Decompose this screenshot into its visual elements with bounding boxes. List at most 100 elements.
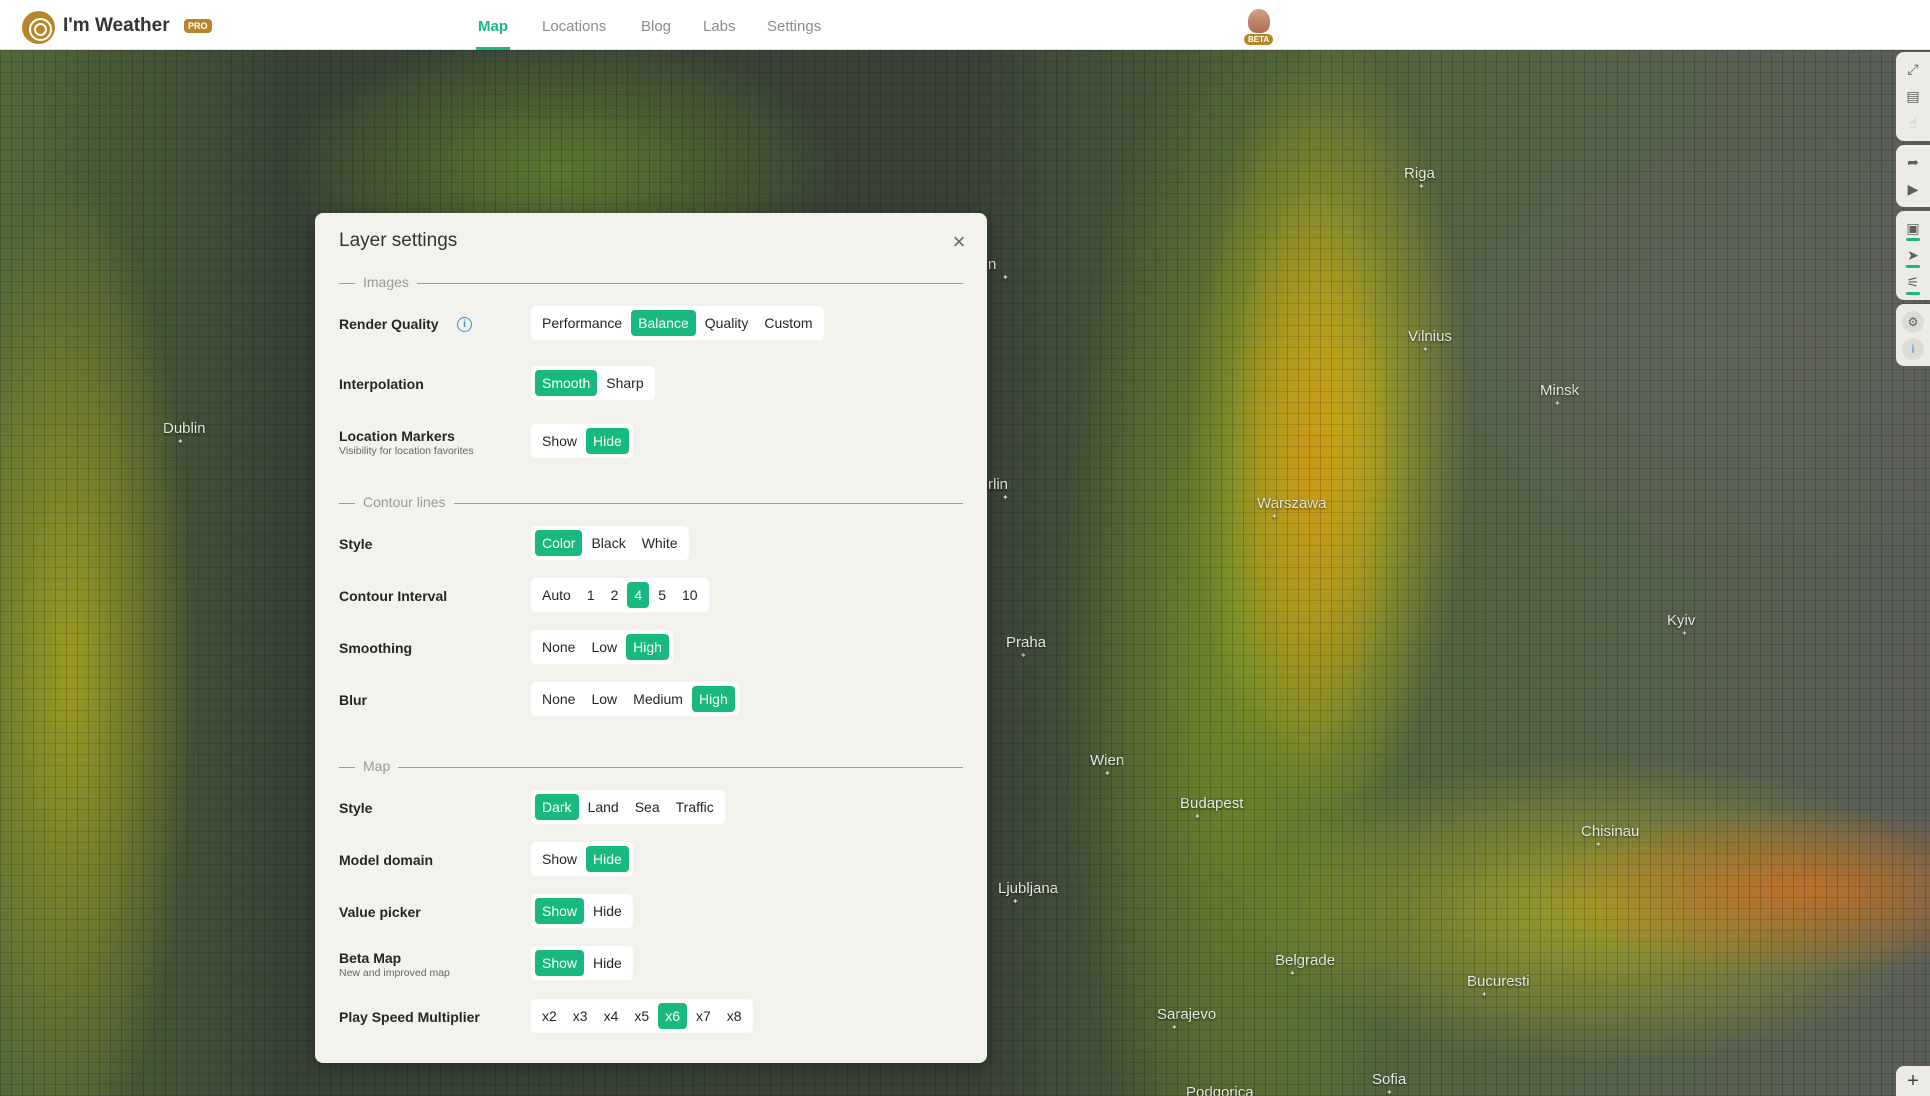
contour-style-option[interactable]: White: [635, 530, 685, 556]
city-label-budapest: Budapest: [1180, 795, 1243, 821]
city-label-dublin: Dublin: [163, 420, 206, 446]
smoothing-option[interactable]: High: [626, 634, 669, 660]
render-quality-label: Render Quality: [339, 316, 439, 332]
location-markers-option[interactable]: Hide: [586, 428, 629, 454]
info-circle-icon[interactable]: i: [457, 317, 472, 332]
interpolation-label: Interpolation: [339, 376, 424, 392]
map-style-option[interactable]: Dark: [535, 794, 579, 820]
nav-blog[interactable]: Blog: [641, 18, 671, 35]
share-icon[interactable]: ➦: [1896, 149, 1930, 176]
model-domain-option[interactable]: Show: [535, 846, 584, 872]
blur-option[interactable]: Low: [584, 686, 624, 712]
play-speed-option[interactable]: x5: [627, 1003, 656, 1029]
blur-label: Blur: [339, 692, 367, 708]
blur-option[interactable]: None: [535, 686, 582, 712]
chart-icon[interactable]: ⚟: [1896, 269, 1930, 296]
beta-map-selector: Show Hide: [531, 946, 633, 980]
render-quality-option[interactable]: Custom: [757, 310, 819, 336]
gear-icon[interactable]: ⚙: [1896, 308, 1930, 335]
location-markers-subtitle: Visibility for location favorites: [339, 445, 474, 457]
city-label-sarajevo: Sarajevo: [1157, 1006, 1216, 1032]
contour-style-label: Style: [339, 536, 373, 552]
close-button[interactable]: ×: [949, 231, 969, 253]
blur-option[interactable]: Medium: [626, 686, 690, 712]
city-label-ljubljana: Ljubljana: [998, 880, 1058, 906]
send-icon[interactable]: ➤: [1896, 242, 1930, 269]
nav-map[interactable]: Map: [478, 18, 508, 35]
contour-interval-option[interactable]: 4: [627, 582, 650, 608]
contour-interval-label: Contour Interval: [339, 588, 448, 604]
user-avatar[interactable]: [1248, 9, 1270, 33]
nav-locations[interactable]: Locations: [542, 18, 606, 35]
dialog-title: Layer settings: [339, 230, 458, 251]
interpolation-option[interactable]: Smooth: [535, 370, 598, 396]
city-label-warszawa: Warszawa: [1257, 495, 1326, 521]
location-markers-option[interactable]: Show: [535, 428, 584, 454]
pro-badge: PRO: [184, 19, 212, 33]
contour-interval-option[interactable]: 10: [675, 582, 705, 608]
section-contour-lines: Contour lines: [339, 494, 963, 510]
map-style-option[interactable]: Traffic: [669, 794, 721, 820]
zoom-in-button[interactable]: +: [1896, 1066, 1930, 1096]
section-label-images: Images: [363, 274, 417, 290]
top-navigation-bar: I'm Weather PRO Map Locations Blog Labs …: [0, 0, 1930, 50]
smoothing-option[interactable]: Low: [584, 634, 624, 660]
city-label-belgrade: Belgrade: [1275, 952, 1335, 978]
play-speed-option[interactable]: x6: [658, 1003, 687, 1029]
play-speed-option[interactable]: x2: [535, 1003, 564, 1029]
beta-map-option[interactable]: Hide: [586, 950, 629, 976]
contour-style-option[interactable]: Black: [584, 530, 632, 556]
smoothing-option[interactable]: None: [535, 634, 582, 660]
play-speed-option[interactable]: x7: [689, 1003, 718, 1029]
beta-map-option[interactable]: Show: [535, 950, 585, 976]
contour-interval-selector: Auto 1 2 4 5 10: [531, 578, 709, 612]
app-logo-icon[interactable]: [22, 11, 55, 44]
location-markers-selector: Show Hide: [531, 424, 633, 458]
blur-option[interactable]: High: [691, 686, 735, 712]
map-style-option[interactable]: Land: [581, 794, 626, 820]
city-label-n: n: [988, 256, 1009, 282]
contour-interval-option[interactable]: 1: [580, 582, 602, 608]
smoothing-label: Smoothing: [339, 640, 413, 656]
play-speed-selector: x2 x3 x4 x5 x6 x7 x8: [531, 999, 753, 1033]
model-domain-option[interactable]: Hide: [586, 846, 629, 872]
notes-icon[interactable]: ▤: [1896, 83, 1930, 110]
map-style-label: Style: [339, 800, 373, 816]
value-picker-option[interactable]: Show: [535, 898, 585, 924]
image-layer-icon[interactable]: ▣: [1896, 215, 1930, 242]
interpolation-selector: Smooth Sharp: [531, 366, 655, 400]
city-label-podgorica: Podgorica: [1186, 1084, 1254, 1096]
section-label-contour-lines: Contour lines: [363, 494, 454, 510]
render-quality-option[interactable]: Balance: [631, 310, 696, 336]
render-quality-option[interactable]: Performance: [535, 310, 629, 336]
model-domain-selector: Show Hide: [531, 842, 633, 876]
info-icon[interactable]: i: [1896, 335, 1930, 362]
smoothing-selector: None Low High: [531, 630, 673, 664]
blur-selector: None Low Medium High: [531, 682, 739, 716]
nav-settings[interactable]: Settings: [767, 18, 821, 35]
section-map: Map: [339, 758, 963, 774]
map-style-option[interactable]: Sea: [628, 794, 667, 820]
value-picker-option[interactable]: Hide: [586, 898, 629, 924]
contour-interval-option[interactable]: Auto: [535, 582, 578, 608]
city-label-praha: Praha: [1006, 634, 1046, 660]
render-quality-selector: Performance Balance Quality Custom: [531, 306, 824, 340]
render-quality-option[interactable]: Quality: [698, 310, 756, 336]
play-speed-option[interactable]: x4: [597, 1003, 626, 1029]
brand-name[interactable]: I'm Weather: [63, 15, 170, 37]
city-label-wien: Wien: [1090, 752, 1124, 778]
contour-interval-option[interactable]: 2: [604, 582, 626, 608]
city-label-chisinau: Chisinau: [1581, 823, 1639, 849]
map-toolbar: ⤢ ▤ ☝ ➦ ▶ ▣ ➤ ⚟ ⚙ i: [1896, 52, 1930, 370]
play-speed-option[interactable]: x3: [566, 1003, 595, 1029]
fullscreen-icon[interactable]: ⤢: [1896, 56, 1930, 83]
beta-map-label: Beta Map: [339, 950, 402, 966]
play-speed-label: Play Speed Multiplier: [339, 1009, 480, 1025]
contour-interval-option[interactable]: 5: [651, 582, 673, 608]
pointer-off-icon[interactable]: ☝: [1896, 110, 1930, 137]
play-speed-option[interactable]: x8: [720, 1003, 749, 1029]
interpolation-option[interactable]: Sharp: [599, 370, 650, 396]
contour-style-option[interactable]: Color: [535, 530, 583, 556]
nav-labs[interactable]: Labs: [703, 18, 736, 35]
record-icon[interactable]: ▶: [1896, 176, 1930, 203]
